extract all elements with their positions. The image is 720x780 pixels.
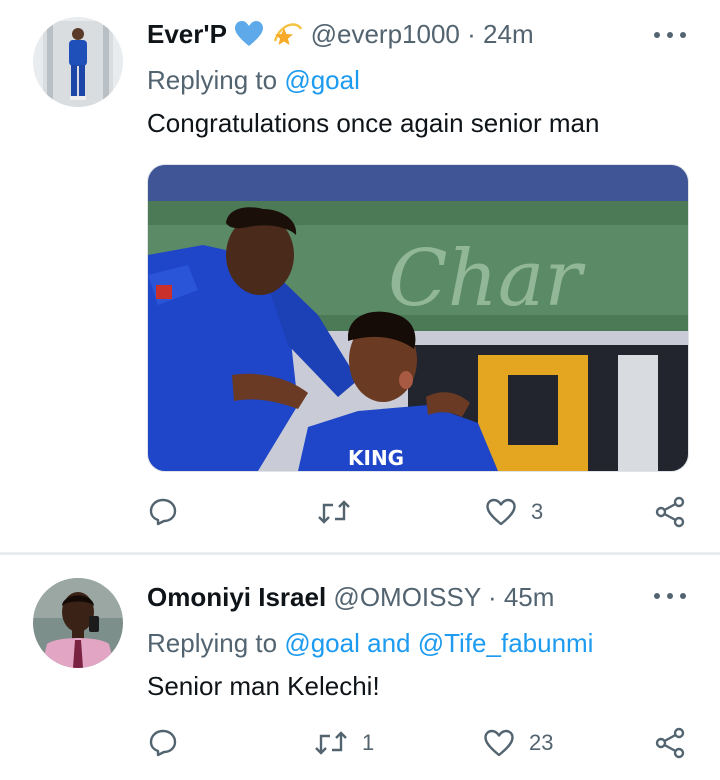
svg-text:KING: KING <box>348 446 404 470</box>
retweet-button[interactable]: 1 <box>314 721 374 765</box>
mention-joiner[interactable]: and <box>367 628 410 658</box>
replying-to: Replying to @goal and @Tife_fabunmi <box>147 627 593 659</box>
display-name[interactable]: Omoniyi Israel <box>147 582 326 612</box>
display-name[interactable]: Ever'P <box>147 19 227 49</box>
more-icon[interactable] <box>654 584 686 608</box>
tweet-text: Congratulations once again senior man <box>147 108 600 138</box>
timestamp[interactable]: 24m <box>483 19 534 49</box>
tweet-actions: 3 <box>0 490 720 534</box>
tweet-text: Senior man Kelechi! <box>147 671 380 701</box>
mention-link[interactable]: @Tife_fabunmi <box>418 628 594 658</box>
dizzy-star-icon <box>271 19 303 56</box>
like-button[interactable]: 23 <box>483 721 553 765</box>
tweet-actions: 1 23 <box>0 721 720 765</box>
tweet[interactable]: Ever'P @everp1000 · 24m Replying to @goa… <box>0 0 720 552</box>
retweet-icon[interactable] <box>314 728 348 758</box>
retweet-icon[interactable] <box>317 497 351 527</box>
reply-button[interactable] <box>148 721 178 765</box>
tweet[interactable]: Omoniyi Israel @OMOISSY · 45m Replying t… <box>0 555 720 780</box>
like-button[interactable]: 3 <box>485 490 543 534</box>
share-button[interactable] <box>654 490 686 534</box>
replying-prefix: Replying to <box>147 628 278 658</box>
avatar[interactable] <box>33 17 123 107</box>
mention-link[interactable]: @goal <box>284 65 360 95</box>
like-count: 23 <box>529 730 554 755</box>
blue-heart-icon <box>234 20 264 55</box>
reply-icon[interactable] <box>148 728 178 758</box>
replying-to: Replying to @goal <box>147 64 360 96</box>
share-icon[interactable] <box>654 496 686 528</box>
like-icon[interactable] <box>483 728 515 758</box>
like-count: 3 <box>531 499 544 524</box>
share-button[interactable] <box>654 721 686 765</box>
reply-button[interactable] <box>148 490 178 534</box>
svg-text:Char: Char <box>388 234 586 324</box>
avatar[interactable] <box>33 578 123 668</box>
handle[interactable]: @OMOISSY <box>333 582 480 612</box>
tweet-header: Ever'P @everp1000 · 24m <box>147 18 534 56</box>
replying-prefix: Replying to <box>147 65 278 95</box>
tweet-header: Omoniyi Israel @OMOISSY · 45m <box>147 581 554 613</box>
share-icon[interactable] <box>654 727 686 759</box>
retweet-count: 1 <box>362 730 375 755</box>
separator: · <box>467 19 476 49</box>
timestamp[interactable]: 45m <box>504 582 555 612</box>
handle[interactable]: @everp1000 <box>311 19 460 49</box>
separator: · <box>487 582 497 612</box>
tweet-photo[interactable]: Char KING <box>147 164 689 472</box>
more-icon[interactable] <box>654 23 686 47</box>
retweet-button[interactable] <box>317 490 365 534</box>
mention-link[interactable]: @goal <box>284 628 360 658</box>
reply-icon[interactable] <box>148 497 178 527</box>
like-icon[interactable] <box>485 497 517 527</box>
